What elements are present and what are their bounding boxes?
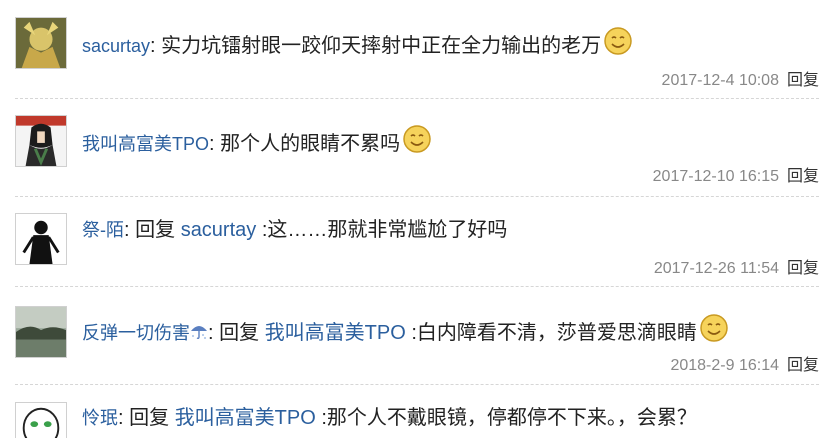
avatar-image-silhouette: [16, 214, 66, 264]
username-link[interactable]: 祭-陌: [82, 220, 124, 240]
divider: [15, 384, 819, 385]
comment-line: 反弹一切伤害: 回复 我叫高富美TPO :白内障看不清，莎普爱思滴眼睛: [82, 313, 729, 346]
comment-meta: 2017-12-4 10:08 回复: [662, 66, 819, 90]
comment-meta: 2017-12-10 16:15 回复: [653, 162, 819, 186]
avatar[interactable]: [15, 402, 67, 438]
comment-line: sacurtay: 实力坑镭射眼一跤仰天摔射中正在全力输出的老万: [82, 26, 633, 59]
comment-text: :那个人不戴眼镜，停都停不下来。，会累？: [315, 407, 697, 429]
avatar[interactable]: [15, 115, 67, 167]
timestamp: 2017-12-4 10:08: [661, 72, 779, 89]
comment-text: 实力坑镭射眼一跤仰天摔射中正在全力输出的老万: [155, 35, 602, 57]
comment-meta: 2018-2-9 16:14 回复: [670, 351, 819, 375]
smile-emoji-icon: [402, 124, 432, 154]
avatar-image-face: [16, 403, 66, 438]
divider: [15, 196, 819, 197]
username-link[interactable]: 反弹一切伤害: [82, 323, 190, 343]
umbrella-icon: [190, 321, 208, 340]
avatar-image-saint: [16, 18, 66, 68]
comment-line: 祭-陌: 回复 sacurtay :这……那就非常尴尬了好吗: [82, 217, 507, 243]
comment-text: :这……那就非常尴尬了好吗: [256, 219, 508, 241]
comment-text: :白内障看不清，莎普爱思滴眼睛: [405, 322, 697, 344]
avatar-image-landscape: [16, 307, 66, 357]
mention-link[interactable]: 我叫高富美TPO: [265, 322, 406, 344]
reply-prefix: 回复: [129, 219, 181, 241]
smile-emoji-icon: [699, 313, 729, 343]
reply-button[interactable]: 回复: [787, 168, 819, 185]
comment-meta: 2017-12-26 11:54 回复: [654, 254, 819, 278]
avatar[interactable]: [15, 306, 67, 358]
avatar-image-ninja: [16, 116, 66, 166]
timestamp: 2017-12-10 16:15: [652, 168, 779, 185]
divider: [15, 98, 819, 99]
reply-prefix: 回复: [123, 407, 175, 429]
smile-emoji-icon: [603, 26, 633, 56]
reply-prefix: 回复: [213, 322, 265, 344]
comment-line: 怜珉: 回复 我叫高富美TPO :那个人不戴眼镜，停都停不下来。，会累？: [82, 405, 697, 431]
comment-text: 那个人的眼睛不累吗: [214, 133, 401, 155]
comment-list: sacurtay: 实力坑镭射眼一跤仰天摔射中正在全力输出的老万 2017-12…: [0, 0, 829, 438]
username-link[interactable]: 怜珉: [82, 408, 118, 428]
username-link[interactable]: 我叫高富美TPO: [82, 134, 209, 154]
username-link[interactable]: sacurtay: [82, 36, 150, 56]
timestamp: 2018-2-9 16:14: [670, 357, 779, 374]
divider: [15, 286, 819, 287]
mention-link[interactable]: 我叫高富美TPO: [175, 407, 316, 429]
reply-button[interactable]: 回复: [787, 260, 819, 277]
comment-line: 我叫高富美TPO: 那个人的眼睛不累吗: [82, 124, 432, 157]
avatar[interactable]: [15, 213, 67, 265]
mention-link[interactable]: sacurtay: [181, 219, 257, 241]
reply-button[interactable]: 回复: [787, 72, 819, 89]
timestamp: 2017-12-26 11:54: [653, 260, 779, 277]
avatar[interactable]: [15, 17, 67, 69]
reply-button[interactable]: 回复: [787, 357, 819, 374]
